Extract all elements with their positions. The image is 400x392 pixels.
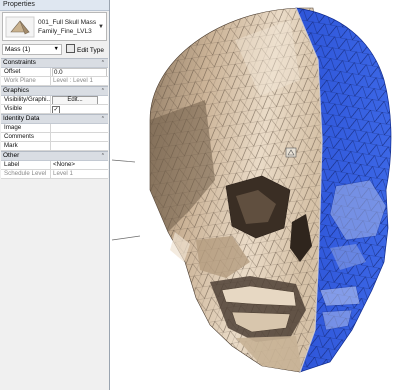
reference-line bbox=[111, 159, 136, 163]
dropdown-arrow-icon[interactable]: ▼ bbox=[98, 24, 104, 30]
edit-type-icon bbox=[66, 44, 75, 53]
prop-label: Image bbox=[1, 124, 51, 132]
collapse-chevron-icon[interactable]: ⌃ bbox=[101, 87, 105, 95]
prop-label: Schedule Level bbox=[1, 170, 51, 178]
section-identity-data[interactable]: Identity Data ⌃ bbox=[1, 114, 108, 124]
collapse-chevron-icon[interactable]: ⌃ bbox=[101, 152, 105, 160]
mass-thumbnail-icon bbox=[5, 16, 35, 38]
prop-row-workplane: Work Plane Level : Level 1 bbox=[1, 77, 108, 86]
prop-label: Visibility/Graphi... bbox=[1, 96, 51, 104]
comments-field[interactable] bbox=[51, 133, 108, 141]
collapse-chevron-icon[interactable]: ⌃ bbox=[101, 59, 105, 67]
family-name-line1: 001_Full Skull Mass bbox=[38, 19, 97, 26]
checkbox-icon[interactable]: ✓ bbox=[52, 106, 60, 113]
selection-grip-icon[interactable] bbox=[285, 147, 297, 158]
label-field[interactable]: <None> bbox=[51, 161, 108, 169]
prop-value: Level : Level 1 bbox=[53, 77, 93, 84]
family-type-name: 001_Full Skull Mass Family_Fine_LVL3 bbox=[38, 18, 96, 36]
collapse-chevron-icon[interactable]: ⌃ bbox=[101, 115, 105, 123]
section-constraints[interactable]: Constraints ⌃ bbox=[1, 58, 108, 68]
edit-type-label: Edit Type bbox=[77, 47, 104, 54]
prop-value: Level 1 bbox=[53, 170, 73, 177]
prop-row-mark: Mark bbox=[1, 142, 108, 151]
prop-row-schedule-level: Schedule Level Level 1 bbox=[1, 170, 108, 179]
properties-grid: Constraints ⌃ Offset 0.0 Work Plane Leve… bbox=[1, 58, 108, 179]
section-other[interactable]: Other ⌃ bbox=[1, 151, 108, 161]
section-title: Identity Data bbox=[3, 115, 40, 122]
offset-input[interactable]: 0.0 bbox=[52, 68, 107, 76]
prop-label: Label bbox=[1, 161, 51, 169]
prop-row-visible: Visible ✓ bbox=[1, 105, 108, 114]
prop-row-label: Label <None> bbox=[1, 161, 108, 170]
prop-row-comments: Comments bbox=[1, 133, 108, 142]
instance-filter-value: Mass (1) bbox=[5, 46, 31, 53]
chevron-down-icon: ▼ bbox=[53, 46, 59, 52]
reference-line bbox=[111, 235, 141, 241]
prop-row-image: Image bbox=[1, 124, 108, 133]
instance-filter-select[interactable]: Mass (1) ▼ bbox=[2, 44, 62, 55]
edit-type-button[interactable]: Edit Type bbox=[66, 44, 107, 55]
3d-viewport[interactable] bbox=[111, 0, 400, 390]
skull-bone-region[interactable] bbox=[149, 7, 323, 373]
properties-palette: Properties 001_Full Skull Mass Family_Fi… bbox=[0, 0, 110, 390]
prop-label: Comments bbox=[1, 133, 51, 141]
image-field[interactable] bbox=[51, 124, 108, 132]
prop-row-offset: Offset 0.0 bbox=[1, 68, 108, 77]
instance-row: Mass (1) ▼ Edit Type bbox=[2, 44, 107, 56]
prop-label: Visible bbox=[1, 105, 51, 113]
family-name-line2: Family_Fine_LVL3 bbox=[38, 28, 92, 35]
type-selector[interactable]: 001_Full Skull Mass Family_Fine_LVL3 ▼ bbox=[2, 12, 107, 41]
prop-label: Mark bbox=[1, 142, 51, 150]
prop-label: Offset bbox=[1, 68, 51, 76]
prop-row-visibility: Visibility/Graphi... Edit... bbox=[1, 96, 108, 105]
section-title: Constraints bbox=[3, 59, 36, 66]
prop-label: Work Plane bbox=[1, 77, 51, 85]
section-title: Other bbox=[3, 152, 20, 159]
section-title: Graphics bbox=[3, 87, 30, 94]
skull-model[interactable] bbox=[111, 0, 400, 390]
edit-visibility-button[interactable]: Edit... bbox=[52, 96, 98, 104]
palette-title: Properties bbox=[0, 0, 109, 11]
section-graphics[interactable]: Graphics ⌃ bbox=[1, 86, 108, 96]
mark-field[interactable] bbox=[51, 142, 108, 150]
